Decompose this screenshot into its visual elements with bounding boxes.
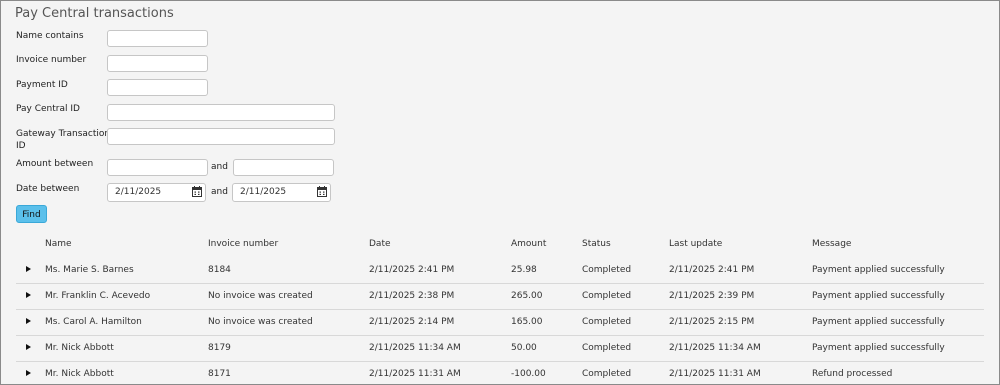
date-to-value: 2/11/2025	[240, 187, 287, 197]
payment-id-label: Payment ID	[16, 80, 68, 90]
cell-last-update: 2/11/2025 2:15 PM	[669, 317, 755, 327]
cell-last-update: 2/11/2025 2:41 PM	[669, 265, 755, 275]
expand-row-icon[interactable]	[26, 266, 31, 272]
cell-name: Mr. Nick Abbott	[45, 369, 114, 379]
column-header-name: Name	[45, 239, 72, 249]
cell-amount: 165.00	[511, 317, 543, 327]
invoice-number-label: Invoice number	[16, 55, 87, 65]
cell-status: Completed	[582, 369, 632, 379]
column-header-message: Message	[812, 239, 852, 249]
cell-invoice-number: 8184	[208, 265, 231, 275]
cell-last-update: 2/11/2025 11:34 AM	[669, 343, 761, 353]
column-header-date: Date	[369, 239, 391, 249]
amount-and-label: and	[211, 162, 228, 172]
calendar-icon[interactable]	[192, 186, 202, 197]
cell-date: 2/11/2025 11:34 AM	[369, 343, 461, 353]
cell-last-update: 2/11/2025 11:31 AM	[669, 369, 761, 379]
gateway-transaction-id-label: Gateway Transaction ID	[16, 128, 110, 152]
cell-name: Ms. Marie S. Barnes	[45, 265, 134, 275]
date-from-value: 2/11/2025	[115, 187, 162, 197]
expand-row-icon[interactable]	[26, 318, 31, 324]
cell-message: Refund processed	[812, 369, 893, 379]
pay-central-id-input[interactable]	[107, 104, 335, 121]
cell-amount: 25.98	[511, 265, 537, 275]
gateway-label-line1: Gateway Transaction	[16, 129, 111, 139]
expand-row-icon[interactable]	[26, 370, 31, 376]
cell-invoice-number: 8179	[208, 343, 231, 353]
gateway-transaction-id-input[interactable]	[107, 128, 335, 145]
cell-name: Mr. Nick Abbott	[45, 343, 114, 353]
cell-message: Payment applied successfully	[812, 343, 945, 353]
expand-row-icon[interactable]	[26, 344, 31, 350]
table-row[interactable]: Mr. Nick Abbott 8171 2/11/2025 11:31 AM …	[16, 361, 984, 384]
calendar-icon[interactable]	[317, 186, 327, 197]
cell-status: Completed	[582, 265, 632, 275]
table-row[interactable]: Mr. Franklin C. Acevedo No invoice was c…	[16, 283, 984, 310]
cell-date: 2/11/2025 2:41 PM	[369, 265, 455, 275]
cell-message: Payment applied successfully	[812, 317, 945, 327]
invoice-number-input[interactable]	[107, 55, 208, 72]
cell-message: Payment applied successfully	[812, 291, 945, 301]
cell-last-update: 2/11/2025 2:39 PM	[669, 291, 755, 301]
column-header-invoice-number: Invoice number	[208, 239, 279, 249]
gateway-label-line2: ID	[16, 141, 26, 151]
page-title: Pay Central transactions	[15, 6, 174, 21]
pay-central-id-label: Pay Central ID	[16, 104, 80, 114]
find-button[interactable]: Find	[16, 205, 47, 223]
column-header-amount: Amount	[511, 239, 547, 249]
cell-name: Mr. Franklin C. Acevedo	[45, 291, 151, 301]
cell-invoice-number: 8171	[208, 369, 231, 379]
name-contains-label: Name contains	[16, 31, 84, 41]
cell-date: 2/11/2025 2:14 PM	[369, 317, 455, 327]
date-between-label: Date between	[16, 184, 80, 194]
page-frame: Pay Central transactions Name contains I…	[0, 0, 1000, 385]
cell-name: Ms. Carol A. Hamilton	[45, 317, 142, 327]
column-header-last-update: Last update	[669, 239, 723, 249]
cell-status: Completed	[582, 291, 632, 301]
date-to-input[interactable]: 2/11/2025	[232, 183, 331, 202]
table-row[interactable]: Ms. Marie S. Barnes 8184 2/11/2025 2:41 …	[16, 257, 984, 284]
cell-message: Payment applied successfully	[812, 265, 945, 275]
cell-status: Completed	[582, 343, 632, 353]
date-and-label: and	[211, 187, 228, 197]
expand-row-icon[interactable]	[26, 292, 31, 298]
date-from-input[interactable]: 2/11/2025	[107, 183, 206, 202]
amount-between-label: Amount between	[16, 159, 94, 169]
amount-from-input[interactable]	[107, 159, 208, 176]
cell-amount: 265.00	[511, 291, 543, 301]
name-contains-input[interactable]	[107, 30, 208, 47]
table-row[interactable]: Ms. Carol A. Hamilton No invoice was cre…	[16, 309, 984, 336]
cell-amount: -100.00	[511, 369, 546, 379]
column-header-status: Status	[582, 239, 611, 249]
cell-date: 2/11/2025 2:38 PM	[369, 291, 455, 301]
table-row[interactable]: Mr. Nick Abbott 8179 2/11/2025 11:34 AM …	[16, 335, 984, 362]
amount-to-input[interactable]	[233, 159, 334, 176]
cell-invoice-number: No invoice was created	[208, 291, 313, 301]
cell-invoice-number: No invoice was created	[208, 317, 313, 327]
cell-amount: 50.00	[511, 343, 537, 353]
cell-status: Completed	[582, 317, 632, 327]
cell-date: 2/11/2025 11:31 AM	[369, 369, 461, 379]
payment-id-input[interactable]	[107, 79, 208, 96]
